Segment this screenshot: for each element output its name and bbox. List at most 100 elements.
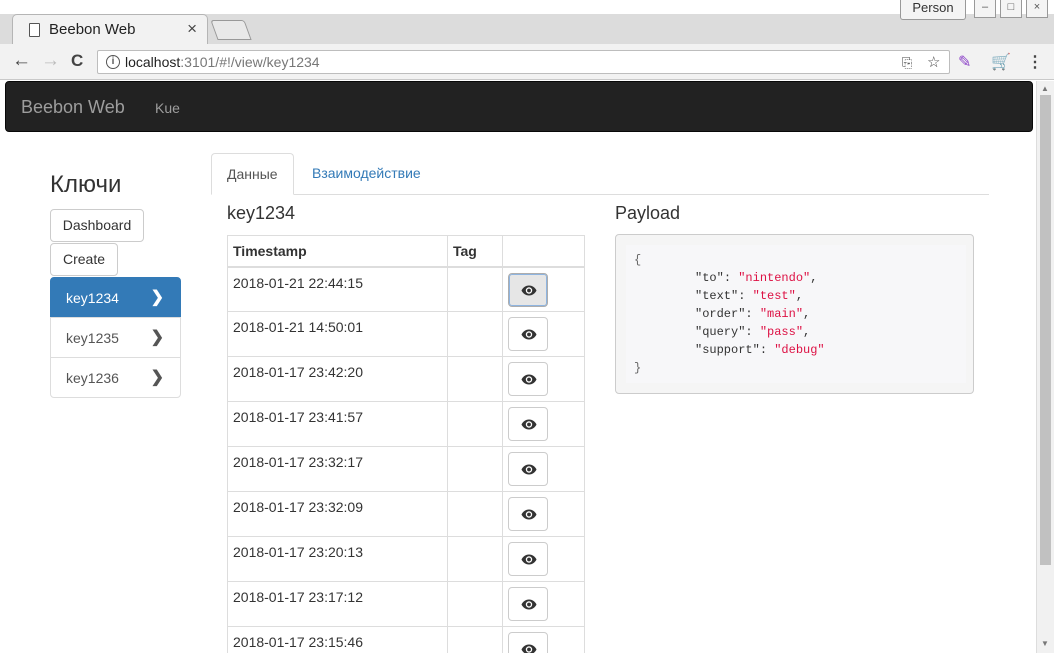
feather-extension-icon[interactable]: ✎ (958, 52, 971, 72)
table-row: 2018-01-17 23:42:20 (227, 356, 585, 402)
forward-button[interactable]: → (41, 50, 60, 72)
cell-tag (447, 536, 503, 582)
view-button[interactable] (508, 587, 548, 621)
eye-icon (521, 644, 537, 653)
cell-timestamp: 2018-01-17 23:20:13 (227, 536, 448, 582)
cart-extension-icon[interactable]: 🛒 (991, 52, 1011, 72)
view-button[interactable] (508, 497, 548, 531)
browser-toolbar: ← → C i localhost:3101/#!/view/key1234 ⎘… (0, 44, 1054, 80)
cell-timestamp: 2018-01-17 23:42:20 (227, 356, 448, 402)
cell-actions (502, 491, 585, 537)
eye-icon (521, 285, 537, 295)
scroll-thumb[interactable] (1040, 95, 1051, 565)
json-open-brace: { (634, 253, 642, 267)
eye-icon (521, 419, 537, 430)
reload-button[interactable]: C (71, 51, 83, 71)
bookmark-star-icon[interactable]: ☆ (927, 53, 940, 71)
close-window-button[interactable]: × (1026, 0, 1048, 18)
json-field: "support": "debug" (695, 343, 825, 357)
json-value: "debug" (774, 343, 825, 357)
json-colon: : (745, 325, 760, 339)
profile-badge[interactable]: Person (900, 0, 966, 20)
cell-actions (502, 581, 585, 627)
view-button[interactable] (508, 272, 548, 307)
tab-data[interactable]: Данные (211, 153, 294, 195)
table-row: 2018-01-17 23:20:13 (227, 536, 585, 582)
table-header-row: Timestamp Tag (227, 235, 585, 268)
info-icon[interactable]: i (106, 55, 120, 69)
json-key: "to" (695, 271, 724, 285)
json-key: "support" (695, 343, 760, 357)
cell-actions (502, 356, 585, 402)
view-button[interactable] (508, 632, 548, 653)
cell-tag (447, 446, 503, 492)
table-row: 2018-01-17 23:32:09 (227, 491, 585, 537)
tab-interaction[interactable]: Взаимодействие (297, 153, 436, 195)
navbar-brand[interactable]: Beebon Web (21, 97, 125, 118)
eye-icon (521, 329, 537, 340)
create-button[interactable]: Create (50, 243, 118, 276)
key-item-key1234[interactable]: key1234 ❯ (50, 277, 181, 318)
cell-actions (502, 446, 585, 492)
json-separator: , (803, 325, 811, 339)
view-button[interactable] (508, 362, 548, 396)
close-tab-icon[interactable]: × (187, 19, 197, 39)
address-bar[interactable]: i localhost:3101/#!/view/key1234 ⎘ ☆ (97, 50, 950, 74)
json-separator: , (810, 271, 818, 285)
table-row: 2018-01-21 14:50:01 (227, 311, 585, 357)
keys-list: key1234 ❯ key1235 ❯ key1236 ❯ (50, 277, 181, 398)
eye-icon (521, 374, 537, 385)
keys-title: Ключи (50, 171, 122, 198)
dashboard-button[interactable]: Dashboard (50, 209, 144, 242)
json-field: "text": "test", (695, 289, 803, 303)
view-button[interactable] (508, 542, 548, 576)
cell-tag (447, 356, 503, 402)
key-title: key1234 (227, 203, 296, 223)
eye-icon (521, 554, 537, 565)
cell-timestamp: 2018-01-17 23:32:17 (227, 446, 448, 492)
key-item-label: key1234 (66, 290, 119, 306)
menu-icon[interactable]: ⋮ (1027, 52, 1043, 72)
key-item-key1235[interactable]: key1235 ❯ (50, 317, 181, 358)
cell-timestamp: 2018-01-17 23:17:12 (227, 581, 448, 627)
json-value: "pass" (759, 325, 804, 339)
key-item-key1236[interactable]: key1236 ❯ (50, 357, 181, 398)
view-button[interactable] (508, 317, 548, 351)
json-key: "query" (695, 325, 746, 339)
scroll-down-arrow[interactable]: ▼ (1041, 639, 1049, 648)
cell-actions (502, 626, 585, 653)
records-table: Timestamp Tag 2018-01-21 22:44:15 2018-01… (227, 235, 585, 653)
view-button[interactable] (508, 452, 548, 486)
json-value: "main" (759, 307, 804, 321)
cell-tag (447, 266, 503, 312)
json-colon: : (738, 289, 753, 303)
browser-tabstrip: Beebon Web × Person – □ × (0, 0, 1054, 44)
cell-timestamp: 2018-01-17 23:41:57 (227, 401, 448, 447)
json-colon: : (759, 343, 775, 357)
browser-tab-title: Beebon Web (49, 21, 136, 38)
translate-icon[interactable]: ⎘ (902, 55, 912, 71)
table-row: 2018-01-17 23:41:57 (227, 401, 585, 447)
view-button[interactable] (508, 407, 548, 441)
nav-link-kue[interactable]: Kue (155, 100, 180, 116)
eye-icon (521, 599, 537, 610)
cell-actions (502, 401, 585, 447)
cell-tag (447, 311, 503, 357)
payload-code-block: { "to": "nintendo", "text": "test", "order… (615, 234, 974, 394)
back-button[interactable]: ← (12, 50, 31, 72)
json-field: "query": "pass", (695, 325, 810, 339)
minimize-button[interactable]: – (974, 0, 996, 18)
json-key: "order" (695, 307, 746, 321)
payload-json: { "to": "nintendo", "text": "test", "order… (626, 245, 966, 383)
json-key: "text" (695, 289, 739, 303)
content-tabs: Данные Взаимодействие (211, 153, 989, 195)
maximize-button[interactable]: □ (1000, 0, 1022, 18)
header-actions (502, 235, 585, 268)
chevron-right-icon: ❯ (150, 289, 164, 306)
new-tab-button[interactable] (210, 20, 252, 40)
browser-tab[interactable]: Beebon Web × (12, 14, 208, 44)
cell-actions (502, 311, 585, 357)
page-scrollbar[interactable]: ▲ ▼ (1036, 81, 1054, 653)
cell-tag (447, 401, 503, 447)
scroll-up-arrow[interactable]: ▲ (1041, 84, 1049, 93)
